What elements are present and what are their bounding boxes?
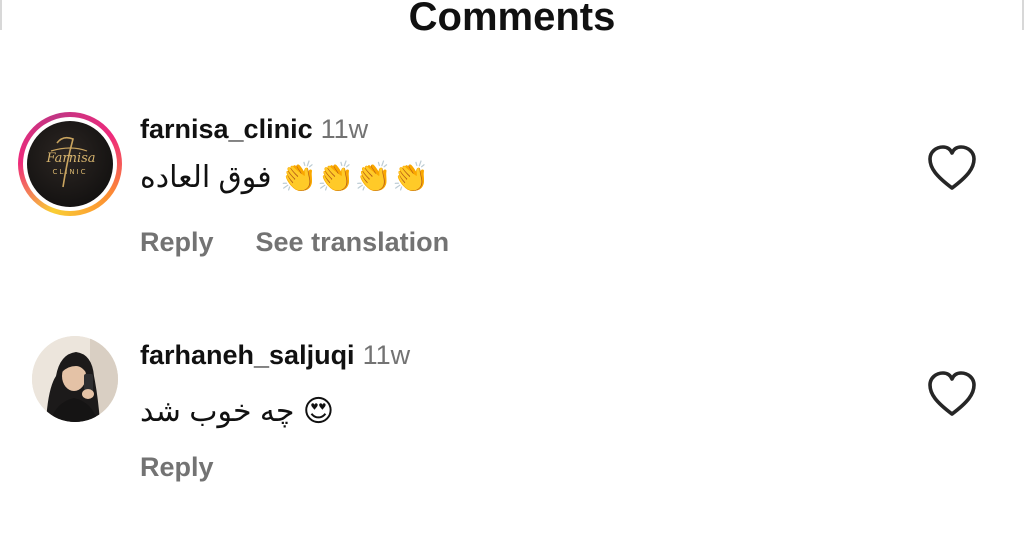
comment-text: 😍 چه خوب شد <box>140 395 335 428</box>
logo-caption: CLINIC <box>52 168 87 176</box>
comment-username[interactable]: farhaneh_saljuqi <box>140 340 355 370</box>
avatar-story-ring[interactable]: Farnisa CLINIC <box>18 112 122 216</box>
user-photo-icon <box>32 336 118 422</box>
avatar: Farnisa CLINIC <box>27 121 113 207</box>
page-title: Comments <box>408 0 616 39</box>
heart-icon[interactable] <box>926 144 978 192</box>
comment-text: 👏👏👏👏 فوق العاده <box>140 161 430 194</box>
comment-time: 11w <box>320 114 369 144</box>
reply-button[interactable]: Reply <box>140 225 214 259</box>
see-translation-button[interactable]: See translation <box>256 225 450 259</box>
avatar[interactable] <box>32 336 118 422</box>
logo-script: Farnisa <box>45 151 95 166</box>
comments-sheet: Comments Farnisa CLINIC farnisa_clinic 11… <box>0 0 1024 545</box>
reply-button[interactable]: Reply <box>140 450 214 484</box>
heart-icon[interactable] <box>926 370 978 418</box>
comment-username[interactable]: farnisa_clinic <box>140 114 313 144</box>
clinic-logo-icon: Farnisa CLINIC <box>45 136 96 188</box>
comment-time: 11w <box>362 340 411 370</box>
